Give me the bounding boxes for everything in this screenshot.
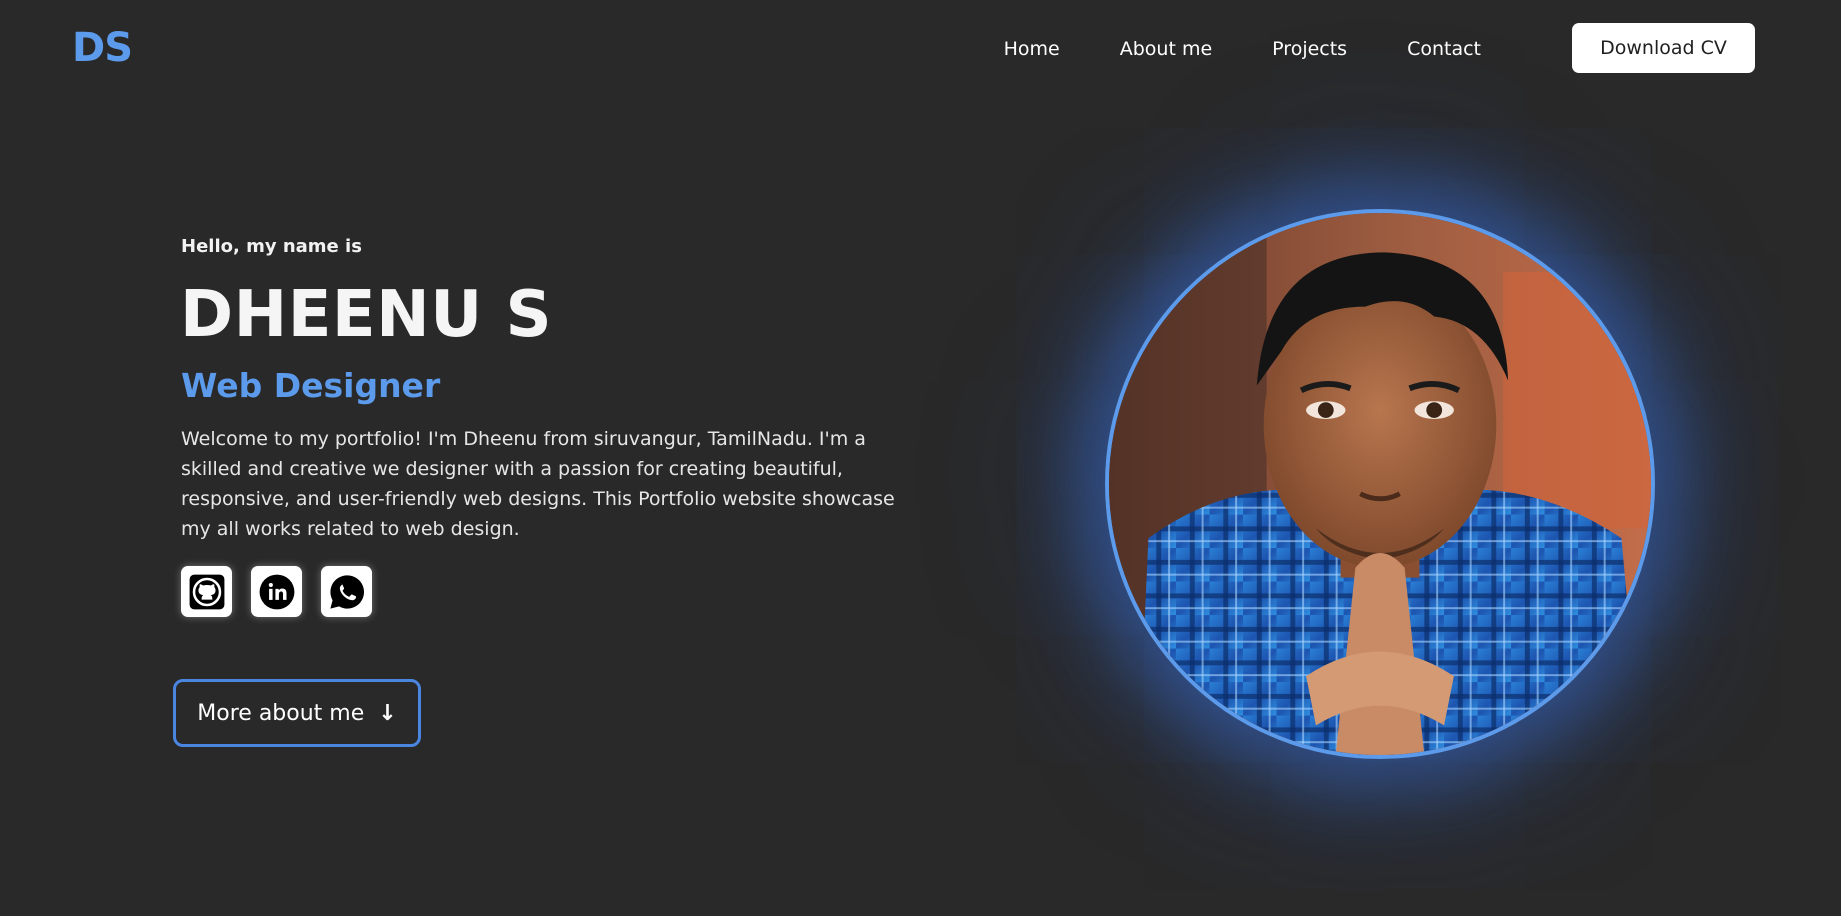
nav-contact[interactable]: Contact	[1407, 26, 1481, 72]
more-about-me-label: More about me	[197, 700, 365, 726]
profile-photo-illustration	[1109, 213, 1651, 755]
hero-name: DHEENU S	[180, 278, 553, 352]
greeting: Hello, my name is	[181, 236, 362, 257]
main-nav: Home About me Projects Contact	[1004, 26, 1541, 72]
site-logo[interactable]: DS	[72, 22, 133, 74]
arrow-down-icon: ↓	[378, 700, 397, 726]
hero-role: Web Designer	[181, 366, 441, 405]
social-links	[181, 566, 391, 617]
linkedin-icon[interactable]	[251, 566, 302, 617]
whatsapp-icon[interactable]	[321, 566, 372, 617]
nav-home[interactable]: Home	[1004, 26, 1060, 72]
hero-intro: Welcome to my portfolio! I'm Dheenu from…	[181, 428, 895, 540]
profile-photo	[1105, 209, 1655, 759]
nav-projects[interactable]: Projects	[1272, 26, 1347, 72]
more-about-me-button[interactable]: More about me ↓	[173, 679, 421, 747]
nav-about[interactable]: About me	[1120, 26, 1212, 72]
download-cv-button[interactable]: Download CV	[1572, 23, 1755, 73]
portfolio-page: DS Home About me Projects Contact Downlo…	[0, 0, 1841, 916]
github-icon[interactable]	[181, 566, 232, 617]
